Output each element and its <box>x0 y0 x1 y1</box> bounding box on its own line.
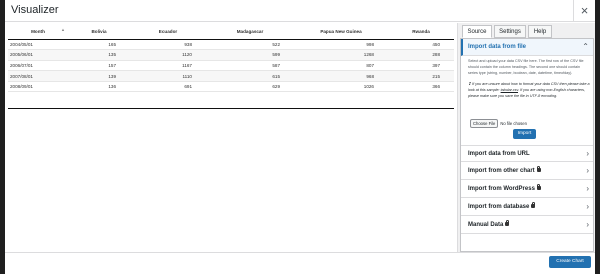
chevron-right-icon: › <box>586 202 589 211</box>
table-cell: 1026 <box>294 81 388 93</box>
table-row: 2004/05/01 165 938 522 998 450 <box>8 39 454 51</box>
section-import-other-chart[interactable]: Import from other chart › <box>461 163 593 180</box>
choose-file-button[interactable]: Choose File <box>470 119 499 128</box>
settings-sidebar: Source Settings Help Import data from fi… <box>457 23 595 252</box>
table-cell: 2006/07/01 <box>8 60 68 72</box>
table-cell: 2008/09/01 <box>8 81 68 93</box>
chevron-right-icon: › <box>586 220 589 229</box>
table-cell: 1268 <box>294 49 388 61</box>
table-cell: 136 <box>68 81 130 93</box>
chevron-right-icon: › <box>586 166 589 175</box>
table-cell: 615 <box>206 70 294 82</box>
tab-source[interactable]: Source <box>462 25 492 38</box>
column-header-month[interactable]: Month ▲ <box>8 25 68 40</box>
table-cell: 288 <box>388 49 454 61</box>
table-cell: 599 <box>206 49 294 61</box>
table-row: 2006/07/01 157 1167 587 807 397 <box>8 60 454 72</box>
table-cell: 998 <box>294 39 388 51</box>
table-cell: 807 <box>294 60 388 72</box>
table-cell: 135 <box>68 49 130 61</box>
import-button[interactable]: Import <box>513 129 536 139</box>
table-cell: 587 <box>206 60 294 72</box>
source-panel: Import data from file ⌃ Select and uploa… <box>460 38 594 252</box>
table-cell: 968 <box>294 70 388 82</box>
lock-icon <box>536 183 541 190</box>
table-cell: 2004/05/01 <box>8 39 68 51</box>
table-header-row: Month ▲ Bolivia Ecuador Madagascar Papua … <box>8 25 454 40</box>
table-row: 2007/08/01 139 1110 615 968 215 <box>8 70 454 82</box>
sample-csv-link[interactable]: tabular.csv <box>501 88 518 92</box>
info-icon: ❢ <box>468 82 472 87</box>
create-chart-button[interactable]: Create Chart <box>549 256 591 268</box>
sort-asc-icon[interactable]: ▲ <box>61 27 65 32</box>
table-cell: 1110 <box>130 70 206 82</box>
modal-header: Visualizer × <box>5 0 595 22</box>
lock-icon <box>505 219 510 226</box>
table-cell: 2007/08/01 <box>8 70 68 82</box>
import-note: ❢ If you are unsure about how to format … <box>468 82 590 99</box>
file-input[interactable]: Choose File No file chosen <box>470 119 527 128</box>
chevron-up-icon: ⌃ <box>582 42 589 51</box>
tab-help[interactable]: Help <box>528 25 552 38</box>
table-cell: 215 <box>388 70 454 82</box>
tab-settings[interactable]: Settings <box>494 25 526 38</box>
table-cell: 938 <box>130 39 206 51</box>
section-label: Import from WordPress <box>468 186 535 192</box>
table-cell: 1167 <box>130 60 206 72</box>
section-import-wordpress[interactable]: Import from WordPress › <box>461 181 593 198</box>
table-cell: 366 <box>388 81 454 93</box>
import-description: Select and upload your data CSV file her… <box>468 59 584 75</box>
table-cell: 157 <box>68 60 130 72</box>
table-bottom-rule <box>8 108 454 109</box>
chevron-right-icon: › <box>586 184 589 193</box>
table-cell: 1120 <box>130 49 206 61</box>
modal-title: Visualizer <box>11 4 59 16</box>
data-table: Month ▲ Bolivia Ecuador Madagascar Papua … <box>8 25 454 93</box>
section-label: Manual Data <box>468 222 504 228</box>
table-cell: 2005/06/01 <box>8 49 68 61</box>
section-import-file[interactable]: Import data from file ⌃ <box>461 39 593 56</box>
chart-preview: Month ▲ Bolivia Ecuador Madagascar Papua … <box>8 25 455 250</box>
section-label: Import from other chart <box>468 168 535 174</box>
section-label: Import data from URL <box>468 151 530 157</box>
close-button[interactable]: × <box>573 0 595 22</box>
table-cell: 139 <box>68 70 130 82</box>
section-label: Import from database <box>468 204 530 210</box>
table-row: 2008/09/01 136 691 629 1026 366 <box>8 81 454 93</box>
lock-icon <box>536 165 541 172</box>
table-cell: 450 <box>388 39 454 51</box>
no-file-label: No file chosen <box>500 121 527 126</box>
table-row: 2005/06/01 135 1120 599 1268 288 <box>8 49 454 61</box>
column-header-madagascar[interactable]: Madagascar <box>206 25 294 40</box>
column-header-ecuador[interactable]: Ecuador <box>130 25 206 40</box>
table-cell: 165 <box>68 39 130 51</box>
table-cell: 691 <box>130 81 206 93</box>
table-cell: 629 <box>206 81 294 93</box>
section-manual-data[interactable]: Manual Data › <box>461 217 593 234</box>
modal-footer-divider <box>5 252 595 253</box>
table-cell: 397 <box>388 60 454 72</box>
section-label: Import data from file <box>468 44 527 50</box>
column-header-rwanda[interactable]: Rwanda <box>388 25 454 40</box>
column-header-bolivia[interactable]: Bolivia <box>68 25 130 40</box>
column-header-papua-new-guinea[interactable]: Papua New Guinea <box>294 25 388 40</box>
table-cell: 522 <box>206 39 294 51</box>
section-import-url[interactable]: Import data from URL › <box>461 145 593 162</box>
chevron-right-icon: › <box>586 149 589 158</box>
visualizer-modal: Visualizer × Month ▲ Bolivia Ecuador Mada… <box>5 0 595 274</box>
section-import-database[interactable]: Import from database › <box>461 199 593 216</box>
lock-icon <box>531 201 536 208</box>
